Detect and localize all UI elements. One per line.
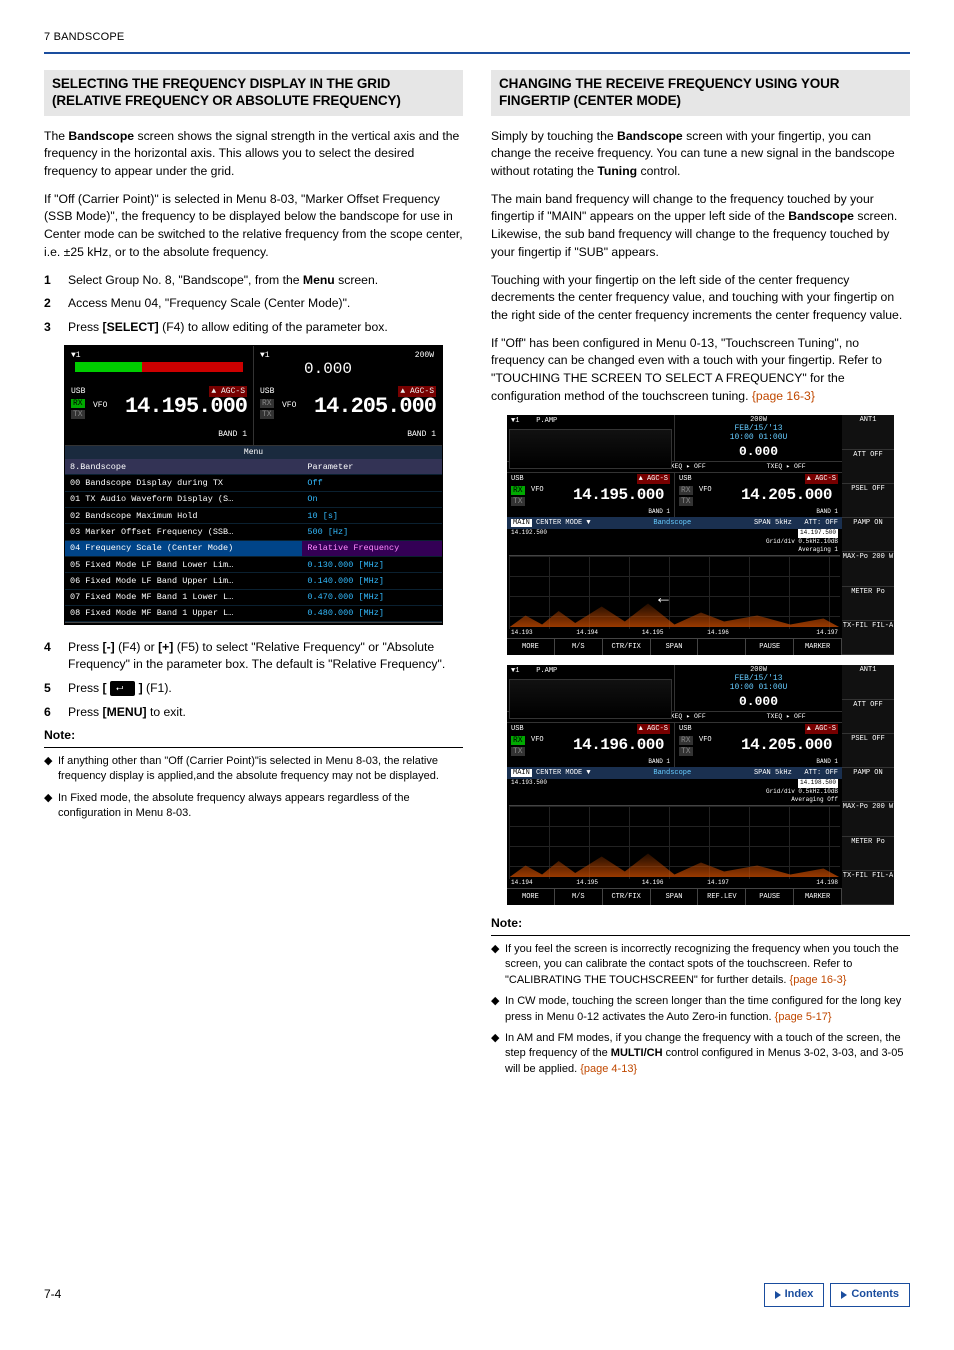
page-ref[interactable]: {page 16-3}: [752, 389, 815, 403]
right-note-head: Note:: [491, 915, 910, 933]
triangle-icon: [841, 1291, 847, 1299]
contents-button[interactable]: Contents: [830, 1283, 910, 1307]
left-note-head: Note:: [44, 727, 463, 745]
left-column: SELECTING THE FREQUENCY DISPLAY IN THE G…: [44, 70, 463, 1083]
left-p2: If "Off (Carrier Point)" is selected in …: [44, 191, 463, 262]
steps-bottom: 4Press [-] (F4) or [+] (F5) to select "R…: [44, 639, 463, 722]
bandscope-screenshot-1: ▼1 P.AMP 200W FEB/15/'1310:00 01:00U 0.0…: [507, 415, 894, 655]
bandscope-screenshot-2: ▼1 P.AMP 200W FEB/15/'1310:00 01:00U 0.0…: [507, 665, 894, 905]
right-section-title: CHANGING THE RECEIVE FREQUENCY USING YOU…: [491, 70, 910, 116]
left-p1: The Bandscope screen shows the signal st…: [44, 128, 463, 181]
page-footer: 7-4 Index Contents: [44, 1283, 910, 1307]
right-notes: ◆If you feel the screen is incorrectly r…: [491, 942, 910, 1077]
page-header: 7 BANDSCOPE: [44, 30, 910, 46]
left-section-title: SELECTING THE FREQUENCY DISPLAY IN THE G…: [44, 70, 463, 116]
menu-screenshot: ▼1 USB ▲ AGC-S RXTX VFO 14.195.000 BAND …: [64, 345, 443, 625]
right-column: CHANGING THE RECEIVE FREQUENCY USING YOU…: [491, 70, 910, 1083]
index-button[interactable]: Index: [764, 1283, 825, 1307]
page-number: 7-4: [44, 1286, 61, 1303]
left-notes: ◆If anything other than "Off (Carrier Po…: [44, 754, 463, 822]
steps-top: 1Select Group No. 8, "Bandscope", from t…: [44, 272, 463, 337]
triangle-icon: [775, 1291, 781, 1299]
enter-icon: ⮠: [110, 681, 135, 696]
header-rule: [44, 52, 910, 54]
